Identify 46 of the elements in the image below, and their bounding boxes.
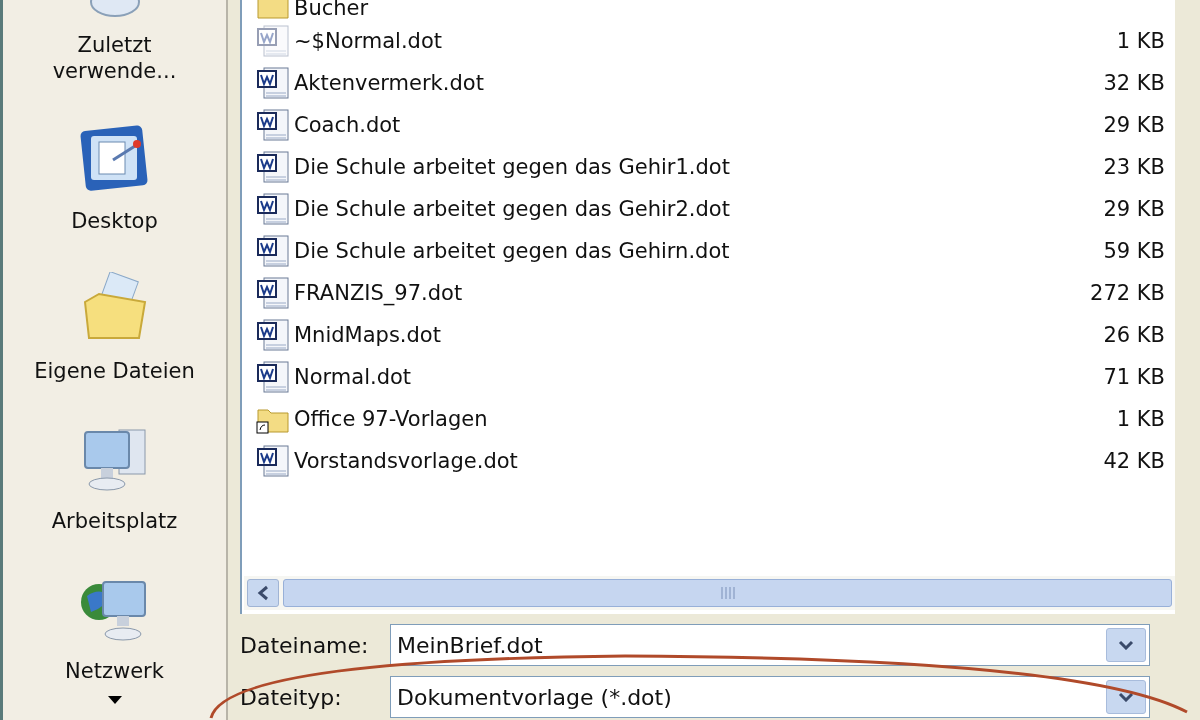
file-name[interactable]: MnidMaps.dot (294, 323, 1104, 347)
file-name[interactable]: Die Schule arbeitet gegen das Gehir1.dot (294, 155, 1104, 179)
file-type-dropdown[interactable]: Dokumentvorlage (*.dot) (390, 676, 1150, 718)
file-size: 272 KB (1090, 281, 1165, 305)
word-document-icon (256, 67, 290, 99)
word-document-icon (256, 151, 290, 183)
file-size: 59 KB (1103, 239, 1165, 263)
file-size: 32 KB (1103, 71, 1165, 95)
scroll-down-arrow-icon[interactable] (107, 696, 122, 704)
word-document-icon (256, 109, 290, 141)
chevron-down-icon[interactable] (1118, 640, 1134, 650)
sidebar-item[interactable]: Arbeitsplatz (14, 507, 215, 534)
field-label: Dateiname: (240, 632, 370, 658)
word-document-icon (256, 361, 290, 393)
file-size: 29 KB (1103, 113, 1165, 137)
sidebar-item[interactable]: Desktop (14, 207, 215, 234)
word-document-icon (256, 277, 290, 309)
file-size: 1 KB (1116, 29, 1165, 53)
grip-icon (720, 586, 735, 600)
sidebar-item[interactable]: Eigene Dateien (14, 357, 215, 384)
word-document-icon (256, 25, 290, 57)
file-name[interactable]: Office 97-Vorlagen (294, 407, 1117, 431)
file-name[interactable]: Normal.dot (294, 365, 1104, 389)
file-size: 42 KB (1103, 449, 1165, 473)
sidebar-item[interactable]: Netzwerk (14, 657, 215, 684)
file-size: 23 KB (1103, 155, 1165, 179)
file-size: 29 KB (1103, 197, 1165, 221)
chevron-down-icon[interactable] (1118, 692, 1134, 702)
file-name-field[interactable]: MeinBrief.dot (390, 624, 1150, 666)
field-label: Dateityp: (240, 684, 343, 710)
file-name[interactable]: Die Schule arbeitet gegen das Gehirn.dot (294, 239, 1104, 263)
word-document-icon (256, 445, 290, 477)
file-size: 1 KB (1116, 407, 1165, 431)
horizontal-scrollbar[interactable] (244, 576, 1175, 610)
file-size: 71 KB (1103, 365, 1165, 389)
file-name[interactable]: Aktenvermerk.dot (294, 71, 1104, 95)
file-name[interactable]: ~$Normal.dot (294, 29, 1117, 53)
word-document-icon (256, 235, 290, 267)
word-document-icon (256, 193, 290, 225)
file-size: 26 KB (1103, 323, 1165, 347)
file-name[interactable]: FRANZIS_97.dot (294, 281, 1091, 305)
file-name[interactable]: Vorstandsvorlage.dot (294, 449, 1104, 473)
sidebar-item[interactable]: Zuletzt verwende... (14, 31, 215, 84)
file-name[interactable]: Coach.dot (294, 113, 1104, 137)
word-document-icon (256, 319, 290, 351)
file-name[interactable]: Die Schule arbeitet gegen das Gehir2.dot (294, 197, 1104, 221)
